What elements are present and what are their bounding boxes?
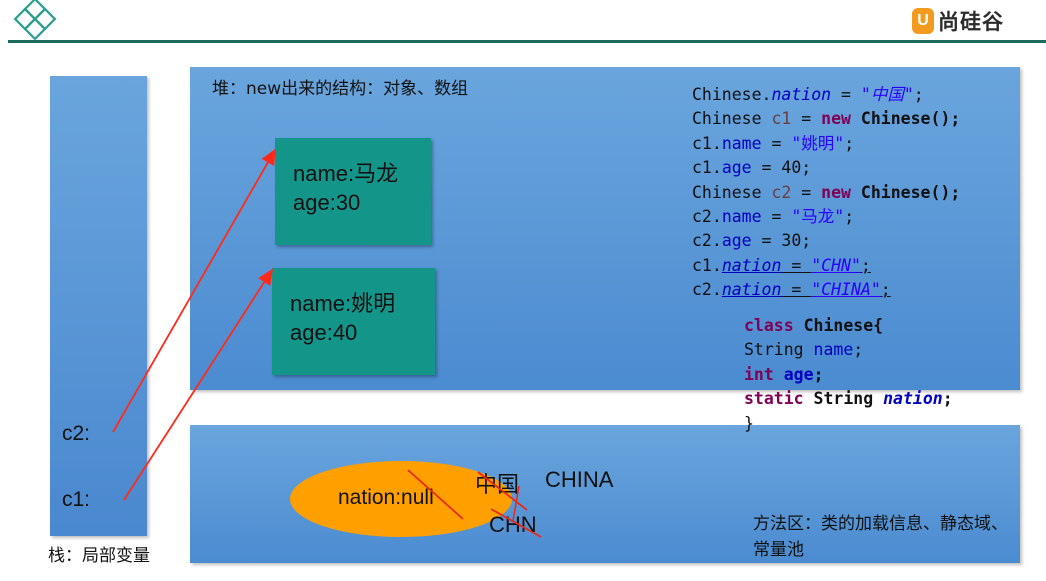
annotation-overlay [112,148,542,538]
strike-mark [490,508,542,538]
strike-mark [477,471,528,511]
strike-mark [407,469,464,520]
reference-arrow-c1 [123,268,273,501]
